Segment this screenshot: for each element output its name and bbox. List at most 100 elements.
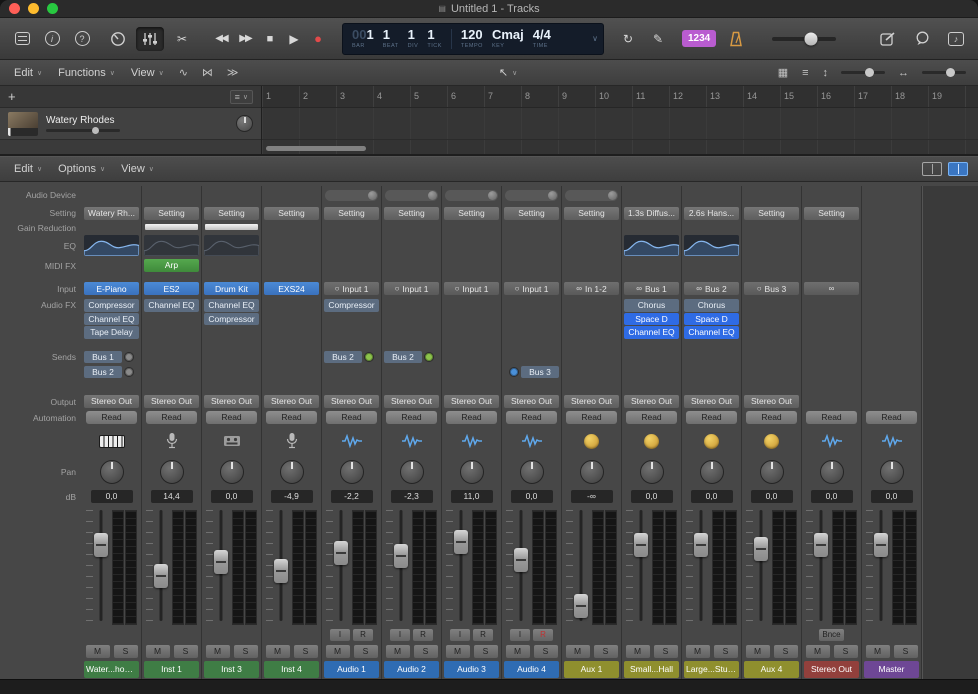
mute-button[interactable]: M [146,645,170,658]
mute-button[interactable]: M [326,645,350,658]
pan-knob[interactable] [460,460,484,484]
mixer-options-menu[interactable]: Options∨ [50,161,113,177]
rewind-button[interactable]: ◀◀ [212,27,232,51]
pointer-tool-menu[interactable]: ↖∨ [491,64,525,81]
pan-knob[interactable] [580,460,604,484]
aux-track-icon[interactable] [562,426,621,456]
volume-fader[interactable] [874,533,888,557]
channel-name[interactable]: Inst 1 [144,661,199,678]
stop-button[interactable]: ■ [260,27,280,51]
automation-mode-button[interactable]: Read [746,411,797,424]
audio-fx-slot[interactable]: Tape Delay [84,326,139,339]
midi-fx-slot[interactable]: Arp [144,259,199,272]
input-slot[interactable]: ∞ Bus 1 [624,282,679,295]
wave-track-icon[interactable] [862,426,921,456]
aux-track-icon[interactable] [682,426,741,456]
track-lanes[interactable] [262,108,978,154]
minimize-button[interactable] [28,3,39,14]
volume-fader[interactable] [754,537,768,561]
wave-track-icon[interactable] [442,426,501,456]
tracks-functions-menu[interactable]: Functions∨ [50,65,123,81]
metronome-button[interactable] [726,27,746,51]
send-level-knob[interactable] [424,352,434,362]
channel-name[interactable]: Audio 2 [384,661,439,678]
channel-name[interactable]: Stereo Out [804,661,859,678]
eq-thumbnail[interactable] [624,235,679,256]
input-slot[interactable]: ○ Input 1 [504,282,559,295]
volume-db-display[interactable]: -2,3 [391,490,433,503]
close-button[interactable] [9,3,20,14]
wide-view-toggle[interactable] [948,162,968,176]
input-monitor-button[interactable]: I [390,629,410,641]
send-destination-button[interactable]: Bus 2 [84,366,122,379]
automation-icon[interactable]: ∿ [172,66,195,79]
volume-fader[interactable] [334,541,348,565]
input-slot[interactable]: ○ Input 1 [384,282,439,295]
send-level-knob[interactable] [124,367,134,377]
volume-db-display[interactable]: 0,0 [211,490,253,503]
smart-controls-button[interactable] [108,27,128,51]
input-slot[interactable]: EXS24 [264,282,319,295]
slider-thumb[interactable] [946,68,955,77]
audio-fx-slot[interactable]: Space D [684,313,739,326]
automation-mode-button[interactable]: Read [86,411,137,424]
mixer-button[interactable] [136,27,164,51]
pan-knob[interactable] [220,460,244,484]
solo-button[interactable]: S [774,645,798,658]
pan-knob[interactable] [340,460,364,484]
channel-name[interactable]: Audio 3 [444,661,499,678]
mute-button[interactable]: M [806,645,830,658]
mute-button[interactable]: M [866,645,890,658]
automation-mode-button[interactable]: Read [446,411,497,424]
solo-button[interactable]: S [894,645,918,658]
solo-button[interactable]: S [474,645,498,658]
mute-button[interactable]: M [506,645,530,658]
output-slot[interactable]: Stereo Out [684,395,739,408]
volume-db-display[interactable]: -2,2 [331,490,373,503]
volume-slider-thumb[interactable] [804,32,817,45]
channel-setting-button[interactable]: Setting [744,207,799,220]
pencil-tool-button[interactable]: ✎ [648,27,668,51]
solo-button[interactable]: S [654,645,678,658]
automation-mode-button[interactable]: Read [386,411,437,424]
send-destination-button[interactable]: Bus 2 [384,351,422,364]
audio-device-slot[interactable] [385,190,438,201]
eq-thumbnail[interactable] [84,235,139,256]
audio-fx-slot[interactable]: Channel EQ [144,299,199,312]
aux-track-icon[interactable] [622,426,681,456]
audio-fx-slot[interactable]: Channel EQ [624,326,679,339]
eq-thumbnail[interactable] [684,235,739,256]
audio-fx-slot[interactable]: Chorus [624,299,679,312]
quick-help-button[interactable]: ? [72,27,92,51]
solo-button[interactable]: S [534,645,558,658]
solo-button[interactable]: S [714,645,738,658]
channel-setting-button[interactable]: Setting [804,207,859,220]
audio-fx-slot[interactable]: Space D [624,313,679,326]
audio-fx-slot[interactable]: Chorus [684,299,739,312]
mute-button[interactable]: M [566,645,590,658]
volume-fader[interactable] [514,548,528,572]
record-enable-button[interactable]: R [413,629,433,641]
mic-track-icon[interactable] [262,426,321,456]
input-slot[interactable]: E-Piano [84,282,139,295]
output-slot[interactable]: Stereo Out [564,395,619,408]
mute-button[interactable]: M [386,645,410,658]
tracks-edit-menu[interactable]: Edit∨ [6,65,50,81]
solo-button[interactable]: S [234,645,258,658]
volume-fader[interactable] [694,533,708,557]
audio-device-slot[interactable] [445,190,498,201]
automation-mode-button[interactable]: Read [326,411,377,424]
mixer-view-menu[interactable]: View∨ [113,161,162,177]
narrow-view-toggle[interactable] [922,162,942,176]
output-slot[interactable]: Stereo Out [144,395,199,408]
slider-thumb[interactable] [92,127,99,134]
volume-db-display[interactable]: -∞ [571,490,613,503]
channel-name[interactable]: Aux 4 [744,661,799,678]
input-monitor-button[interactable]: I [450,629,470,641]
volume-fader[interactable] [94,533,108,557]
channel-name[interactable]: Inst 3 [204,661,259,678]
automation-mode-button[interactable]: Read [146,411,197,424]
input-slot[interactable]: ∞ In 1-2 [564,282,619,295]
snap-icon[interactable]: ▦ [771,66,795,79]
channel-setting-button[interactable]: Setting [564,207,619,220]
